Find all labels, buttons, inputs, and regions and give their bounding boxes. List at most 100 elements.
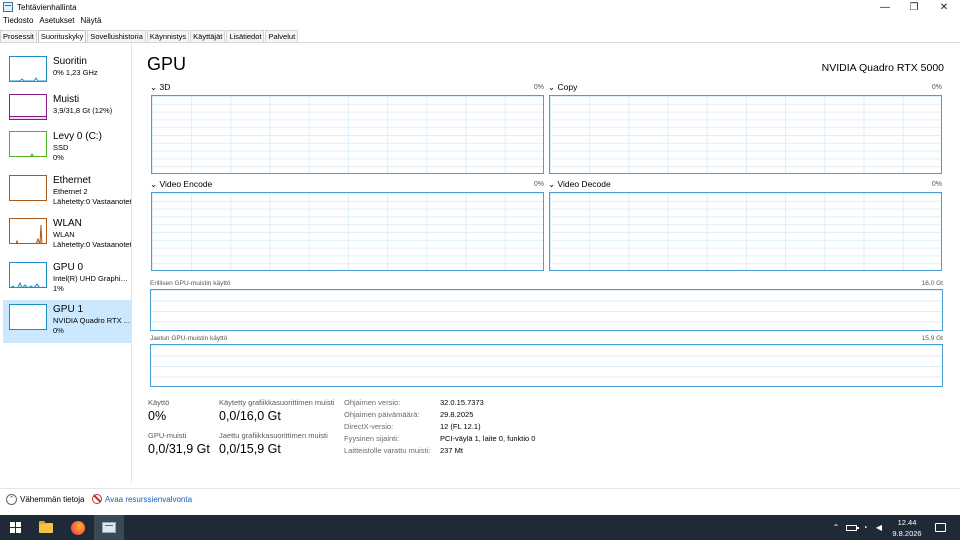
engine-graph-video-encode bbox=[151, 192, 544, 271]
sidebar-item-title: GPU 1 bbox=[53, 304, 84, 315]
driver-date-value: 29.8.2025 bbox=[440, 410, 474, 419]
dedicated-memory-graph bbox=[150, 289, 943, 331]
open-resource-monitor-link[interactable]: Avaa resurssienvalvonta bbox=[105, 495, 192, 504]
taskbar-clock[interactable]: 12.44 9.8.2026 bbox=[888, 517, 926, 539]
gpu-memory-label: GPU-muisti bbox=[148, 431, 187, 440]
chevron-up-icon[interactable]: ⌃ bbox=[6, 494, 17, 505]
gpu1-thumbnail-graph bbox=[9, 304, 47, 330]
sidebar-item-detail: Intel(R) UHD Graphics... bbox=[53, 274, 131, 283]
engine-selector-3d[interactable]: ⌄ 3D bbox=[150, 82, 170, 93]
firefox-button[interactable] bbox=[63, 515, 93, 540]
wlan-thumbnail-graph bbox=[9, 218, 47, 244]
engine-selector-video-decode[interactable]: ⌄ Video Decode bbox=[548, 179, 611, 190]
fewer-details-link[interactable]: Vähemmän tietoja bbox=[20, 495, 84, 504]
utilization-label: Käyttö bbox=[148, 398, 170, 407]
physical-location-label: Fyysinen sijainti: bbox=[344, 434, 400, 443]
sidebar-item-title: Levy 0 (C:) bbox=[53, 131, 102, 142]
sidebar-item-wlan[interactable]: WLAN WLAN Lähetetty:0 Vastaanotetty:0 bbox=[3, 214, 132, 257]
engine-selector-copy[interactable]: ⌄ Copy bbox=[548, 82, 577, 93]
tab-app-history[interactable]: Sovellushistoria bbox=[87, 30, 146, 42]
task-manager-taskbar-button[interactable] bbox=[94, 515, 124, 540]
engine-label: 3D bbox=[159, 82, 171, 92]
taskbar: ⌃ ◔ ◀ 12.44 9.8.2026 bbox=[0, 515, 960, 540]
folder-icon bbox=[39, 520, 53, 533]
tab-processes[interactable]: Prosessit bbox=[0, 30, 37, 42]
notification-button[interactable] bbox=[930, 515, 950, 540]
menu-file[interactable]: Tiedosto bbox=[0, 14, 36, 27]
sidebar-item-cpu[interactable]: Suoritin 0% 1,23 GHz bbox=[3, 52, 132, 95]
sidebar-item-ethernet[interactable]: Ethernet Ethernet 2 Lähetetty:0 Vastaano… bbox=[3, 171, 132, 214]
menu-bar: Tiedosto Asetukset Näytä bbox=[0, 14, 104, 27]
engine-graph-3d bbox=[151, 95, 544, 174]
minimize-button[interactable]: — bbox=[870, 0, 900, 14]
notification-icon bbox=[934, 523, 946, 532]
start-button[interactable] bbox=[0, 515, 30, 540]
tab-users[interactable]: Käyttäjät bbox=[190, 30, 226, 42]
sidebar-item-usage: 0% bbox=[53, 153, 64, 162]
sidebar-item-title: Suoritin bbox=[53, 56, 87, 67]
driver-date-label: Ohjaimen päivämäärä: bbox=[344, 410, 420, 419]
directx-version-label: DirectX-versio: bbox=[344, 422, 394, 431]
footer: ⌃ Vähemmän tietoja Avaa resurssienvalvon… bbox=[0, 492, 960, 508]
resource-monitor-icon bbox=[92, 494, 102, 504]
sidebar-item-detail: WLAN bbox=[53, 230, 75, 239]
hardware-reserved-memory-value: 237 Mt bbox=[440, 446, 463, 455]
engine-pct: 0% bbox=[533, 84, 544, 91]
sidebar-item-detail: 3,9/31,8 Gt (12%) bbox=[53, 106, 113, 115]
speaker-icon[interactable]: ◀ bbox=[872, 515, 886, 540]
clock-date: 9.8.2026 bbox=[892, 529, 922, 538]
sidebar-item-gpu0[interactable]: GPU 0 Intel(R) UHD Graphics... 1% bbox=[3, 258, 132, 301]
file-explorer-button[interactable] bbox=[31, 515, 61, 540]
clock-time: 12.44 bbox=[897, 518, 917, 527]
sidebar-item-detail: NVIDIA Quadro RTX ... bbox=[53, 316, 130, 325]
engine-label: Video Encode bbox=[159, 179, 213, 189]
gpu0-thumbnail-graph bbox=[9, 262, 47, 288]
page-title: GPU bbox=[147, 54, 187, 74]
dedicated-memory-max: 16,0 Gt bbox=[921, 280, 943, 287]
sidebar-item-disk[interactable]: Levy 0 (C:) SSD 0% bbox=[3, 127, 132, 170]
shared-memory-label: Jaetun GPU-muistin käyttö bbox=[150, 335, 228, 342]
engine-label: Copy bbox=[557, 82, 578, 92]
menu-view[interactable]: Näytä bbox=[78, 14, 105, 27]
sidebar-item-gpu1[interactable]: GPU 1 NVIDIA Quadro RTX ... 0% bbox=[3, 300, 132, 343]
ethernet-thumbnail-graph bbox=[9, 175, 47, 201]
engine-label: Video Decode bbox=[557, 179, 611, 189]
engine-selector-video-encode[interactable]: ⌄ Video Encode bbox=[150, 179, 212, 190]
wifi-icon[interactable]: ◔ bbox=[858, 515, 872, 540]
close-button[interactable]: ✕ bbox=[929, 0, 959, 14]
shared-gpu-memory-value: 0,0/15,9 Gt bbox=[219, 442, 281, 456]
sidebar-item-title: GPU 0 bbox=[53, 262, 84, 273]
engine-pct: 0% bbox=[931, 84, 942, 91]
tab-services[interactable]: Palvelut bbox=[265, 30, 299, 42]
sidebar-item-title: Ethernet bbox=[53, 175, 91, 186]
windows-icon bbox=[9, 522, 21, 533]
engine-pct: 0% bbox=[931, 181, 942, 188]
battery-icon[interactable] bbox=[844, 515, 859, 540]
firefox-icon bbox=[71, 520, 85, 535]
title-bar: Tehtävienhallinta bbox=[0, 0, 960, 14]
disk-thumbnail-graph bbox=[9, 131, 47, 157]
sidebar-item-detail: SSD bbox=[53, 143, 69, 152]
task-manager-icon bbox=[3, 2, 13, 12]
gpu-memory-value: 0,0/31,9 Gt bbox=[148, 442, 210, 456]
tab-strip: Prosessit Suorituskyky Sovellushistoria … bbox=[0, 30, 299, 42]
tab-divider bbox=[0, 42, 960, 43]
engine-pct: 0% bbox=[533, 181, 544, 188]
tab-details[interactable]: Lisätiedot bbox=[226, 30, 265, 42]
footer-divider bbox=[0, 488, 960, 489]
maximize-button[interactable]: ❐ bbox=[899, 0, 929, 14]
driver-version-value: 32.0.15.7373 bbox=[440, 398, 484, 407]
task-manager-window: Tehtävienhallinta — ❐ ✕ Tiedosto Asetuks… bbox=[0, 0, 960, 540]
sidebar-item-title: Muisti bbox=[53, 94, 80, 105]
menu-options[interactable]: Asetukset bbox=[36, 14, 77, 27]
memory-thumbnail-graph bbox=[9, 94, 47, 120]
show-hidden-icons-button[interactable]: ⌃ bbox=[829, 515, 843, 540]
driver-version-label: Ohjaimen versio: bbox=[344, 398, 401, 407]
sidebar-item-usage: 1% bbox=[53, 284, 64, 293]
engine-graph-video-decode bbox=[549, 192, 942, 271]
window-title: Tehtävienhallinta bbox=[17, 2, 77, 12]
tab-startup[interactable]: Käynnistys bbox=[146, 30, 190, 42]
shared-gpu-memory-label: Jaettu grafiikkasuorittimen muisti bbox=[219, 431, 328, 440]
tab-performance[interactable]: Suorituskyky bbox=[37, 30, 87, 42]
physical-location-value: PCI-väylä 1, laite 0, funktio 0 bbox=[440, 434, 536, 443]
